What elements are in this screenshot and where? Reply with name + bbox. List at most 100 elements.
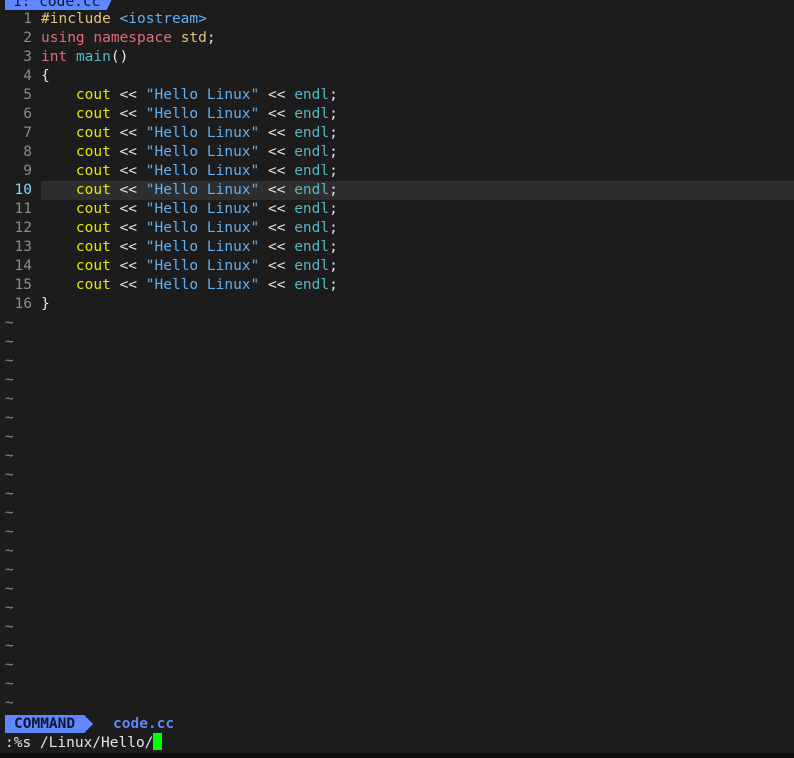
empty-buffer-line: ~ [0,580,794,599]
code-token: cout [75,220,111,236]
empty-buffer-line: ~ [0,561,794,580]
code-token: "Hello Linux" [145,163,260,179]
line-number: 5 [23,87,32,103]
empty-buffer-line: ~ [0,371,794,390]
code-token: cout [75,144,111,160]
line-number: 8 [23,144,32,160]
code-line[interactable]: 10 cout << "Hello Linux" << endl; [0,181,794,200]
code-token: << [259,182,295,198]
code-line[interactable]: 4{ [0,67,794,86]
code-token: << [110,106,146,122]
code-token: cout [75,239,111,255]
line-number: 16 [14,296,32,312]
tilde-filler: ~ [5,410,14,426]
empty-buffer-line: ~ [0,675,794,694]
line-number: 10 [14,182,32,198]
code-token: << [110,163,146,179]
code-token: << [259,106,295,122]
code-text: cout << "Hello Linux" << endl; [41,124,338,143]
line-number: 15 [14,277,32,293]
code-token: endl [294,106,330,122]
line-number: 3 [23,49,32,65]
code-token: "Hello Linux" [145,125,260,141]
code-token: cout [75,182,111,198]
code-token: cout [75,125,111,141]
command-line[interactable]: :%s /Linux/Hello/ [5,733,163,752]
code-line[interactable]: 5 cout << "Hello Linux" << endl; [0,86,794,105]
code-token: << [110,125,146,141]
code-line[interactable]: 13 cout << "Hello Linux" << endl; [0,238,794,257]
line-number: 9 [23,163,32,179]
code-token: << [259,258,295,274]
code-token: endl [294,163,330,179]
code-text: cout << "Hello Linux" << endl; [41,238,338,257]
code-line[interactable]: 3 int main() [0,48,794,67]
code-line[interactable]: 8 cout << "Hello Linux" << endl; [0,143,794,162]
tilde-filler: ~ [5,391,14,407]
tilde-filler: ~ [5,543,14,559]
code-token: "Hello Linux" [145,201,260,217]
tilde-filler: ~ [5,486,14,502]
code-token: << [110,239,146,255]
terminal-bottom-edge [0,753,794,758]
statusline: COMMAND code.cc [0,714,794,734]
line-number: 11 [14,201,32,217]
code-token: << [259,163,295,179]
code-line[interactable]: 1 #include <iostream> [0,10,794,29]
tab-active-file[interactable]: 1: code.cc [5,0,114,10]
code-token: "Hello Linux" [145,106,260,122]
code-token: endl [294,220,330,236]
code-line[interactable]: 14 cout << "Hello Linux" << endl; [0,257,794,276]
code-line[interactable]: 9 cout << "Hello Linux" << endl; [0,162,794,181]
code-text: cout << "Hello Linux" << endl; [41,276,338,295]
code-token: ; [329,277,338,293]
empty-buffer-line: ~ [0,314,794,333]
code-line[interactable]: 16} [0,295,794,314]
code-token: endl [294,125,330,141]
code-line[interactable]: 11 cout << "Hello Linux" << endl; [0,200,794,219]
code-token: << [110,87,146,103]
code-token: << [259,125,295,141]
tilde-filler: ~ [5,695,14,711]
code-line[interactable]: 12 cout << "Hello Linux" << endl; [0,219,794,238]
code-line[interactable]: 7 cout << "Hello Linux" << endl; [0,124,794,143]
code-token: endl [294,239,330,255]
code-token: std [180,30,207,46]
code-text: cout << "Hello Linux" << endl; [41,200,338,219]
code-token: "Hello Linux" [145,277,260,293]
code-text: cout << "Hello Linux" << endl; [41,105,338,124]
code-token: << [110,220,146,236]
code-line[interactable]: 6 cout << "Hello Linux" << endl; [0,105,794,124]
code-token: << [259,201,295,217]
status-filename: code.cc [113,716,175,732]
editor-buffer[interactable]: 1 #include <iostream> 2 using namespace std… [0,10,794,713]
code-text: cout << "Hello Linux" << endl; [41,181,338,200]
tilde-filler: ~ [5,562,14,578]
code-token: ; [206,30,216,46]
empty-buffer-line: ~ [0,409,794,428]
tilde-filler: ~ [5,524,14,540]
code-token: "Hello Linux" [145,182,260,198]
code-token: ; [329,163,338,179]
empty-buffer-line: ~ [0,390,794,409]
code-token: using [41,30,85,46]
code-text: } [41,295,50,314]
code-token: ; [329,258,338,274]
tilde-filler: ~ [5,581,14,597]
code-token: ; [329,144,338,160]
code-token: cout [75,163,111,179]
line-number: 14 [14,258,32,274]
code-token: endl [294,144,330,160]
code-line[interactable]: 2 using namespace std; [0,29,794,48]
line-number: 6 [23,106,32,122]
code-line[interactable]: 15 cout << "Hello Linux" << endl; [0,276,794,295]
tilde-filler: ~ [5,315,14,331]
tilde-filler: ~ [5,505,14,521]
tilde-filler: ~ [5,429,14,445]
empty-buffer-line: ~ [0,333,794,352]
